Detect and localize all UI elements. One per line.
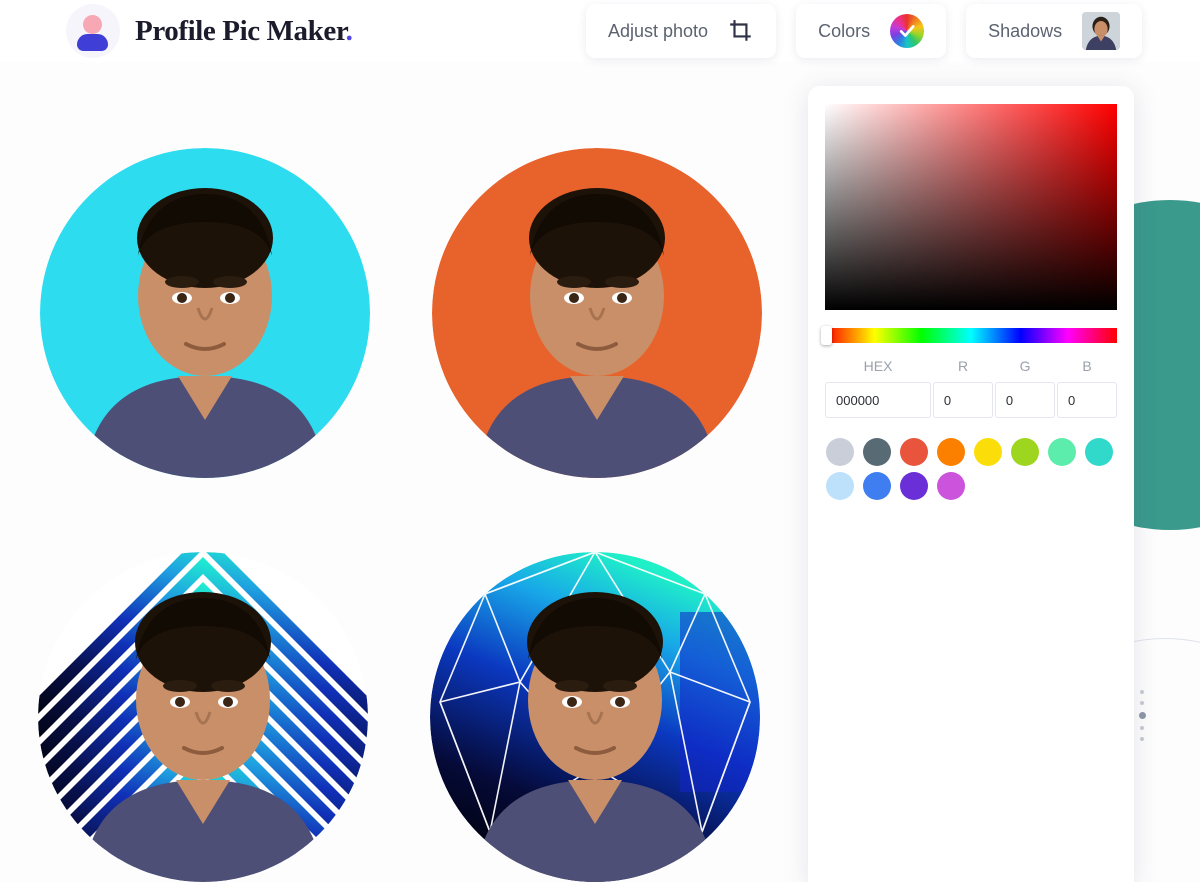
preview-chevron[interactable] — [38, 552, 368, 882]
color-wheel-check-icon — [890, 14, 925, 48]
colors-label: Colors — [818, 20, 871, 41]
hex-label: HEX — [863, 358, 893, 374]
solid-color-swatches — [826, 438, 1120, 500]
avatar-head-shape — [83, 15, 102, 34]
page-title: Profile Pic Maker. — [135, 15, 353, 48]
blue-label: B — [1082, 358, 1092, 374]
user-avatar-icon — [66, 4, 120, 58]
colors-button[interactable]: Colors — [796, 4, 947, 58]
green-input[interactable] — [994, 382, 1055, 418]
saturation-value-area[interactable] — [825, 104, 1117, 310]
portrait-image — [40, 148, 370, 478]
solid-swatch-9[interactable] — [863, 472, 891, 500]
app-header: Profile Pic Maker. Adjust photo Colors S… — [0, 0, 1200, 62]
brand: Profile Pic Maker. — [66, 4, 353, 58]
portrait-image — [38, 552, 368, 882]
avatar-body-shape — [77, 34, 108, 51]
solid-swatch-10[interactable] — [900, 472, 928, 500]
red-input[interactable] — [932, 382, 993, 418]
shadows-label: Shadows — [988, 20, 1063, 41]
solid-swatch-8[interactable] — [826, 472, 854, 500]
blue-input[interactable] — [1056, 382, 1118, 418]
brand-accent-dot: . — [345, 14, 353, 47]
solid-swatch-4[interactable] — [974, 438, 1002, 466]
solid-swatch-0[interactable] — [826, 438, 854, 466]
brand-name: Profile Pic Maker — [135, 14, 346, 47]
photo-thumbnail-icon — [1082, 12, 1121, 50]
adjust-photo-label: Adjust photo — [608, 20, 709, 41]
solid-swatch-2[interactable] — [900, 438, 928, 466]
preview-orange[interactable] — [432, 148, 762, 478]
preview-cyan[interactable] — [40, 148, 370, 478]
shadows-button[interactable]: Shadows — [966, 4, 1143, 58]
color-field-labels: HEX R G B — [825, 358, 1117, 374]
crop-icon — [728, 18, 754, 44]
app-root: Profile Pic Maker. Adjust photo Colors S… — [0, 0, 1200, 882]
solid-swatch-1[interactable] — [863, 438, 891, 466]
red-label: R — [958, 358, 969, 374]
solid-swatch-3[interactable] — [937, 438, 965, 466]
preview-peek-dots — [1137, 690, 1147, 741]
portrait-image — [432, 148, 762, 478]
adjust-photo-button[interactable]: Adjust photo — [586, 4, 777, 58]
portrait-image — [430, 552, 760, 882]
solid-swatch-5[interactable] — [1011, 438, 1039, 466]
green-label: G — [1019, 358, 1031, 374]
hue-slider[interactable] — [821, 326, 1117, 345]
color-field-inputs — [825, 382, 1118, 418]
solid-swatch-7[interactable] — [1085, 438, 1113, 466]
hex-input[interactable] — [825, 382, 931, 418]
color-picker-panel: HEX R G B — [808, 86, 1134, 882]
header-nav-buttons: Adjust photo Colors Shadows — [586, 4, 1143, 58]
hue-slider-handle[interactable] — [821, 326, 832, 345]
preview-lowpoly[interactable] — [430, 552, 760, 882]
solid-swatch-11[interactable] — [937, 472, 965, 500]
solid-swatch-6[interactable] — [1048, 438, 1076, 466]
